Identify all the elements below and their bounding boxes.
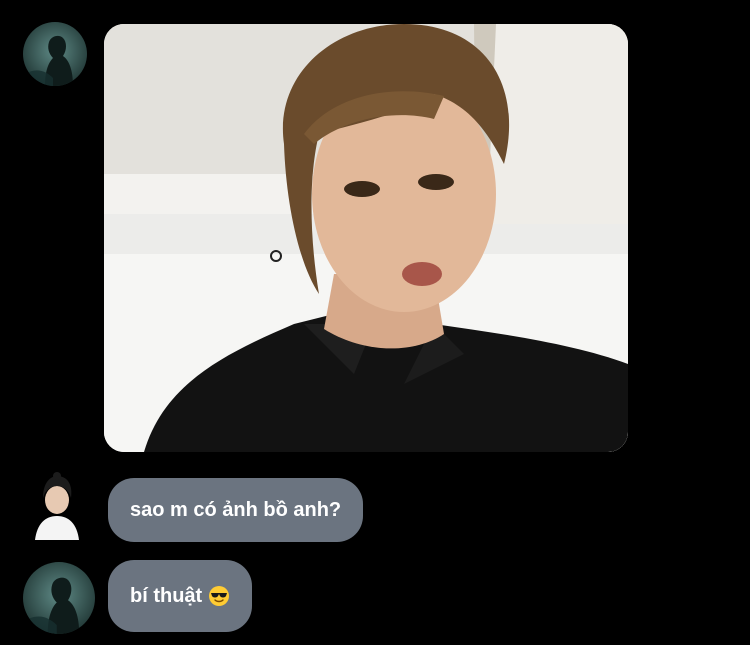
message-bubble[interactable]: bí thuật xyxy=(108,560,253,632)
avatar-person-white-shirt-icon xyxy=(25,468,89,540)
avatar-silhouette-icon xyxy=(23,562,95,634)
photo-young-man-black-shirt-icon xyxy=(104,24,628,452)
message-text: bí thuật xyxy=(130,585,203,607)
message-bubble[interactable]: sao m có ảnh bồ anh? xyxy=(108,478,364,542)
photo-message[interactable] xyxy=(104,24,628,452)
avatar-silhouette-icon xyxy=(23,22,87,86)
message-text: sao m có ảnh bồ anh? xyxy=(130,499,342,521)
avatar-contact-a[interactable] xyxy=(23,22,87,86)
avatar-contact-a[interactable] xyxy=(23,562,95,634)
avatar-contact-b[interactable] xyxy=(25,468,89,540)
smiling-face-with-sunglasses-icon xyxy=(208,585,230,607)
